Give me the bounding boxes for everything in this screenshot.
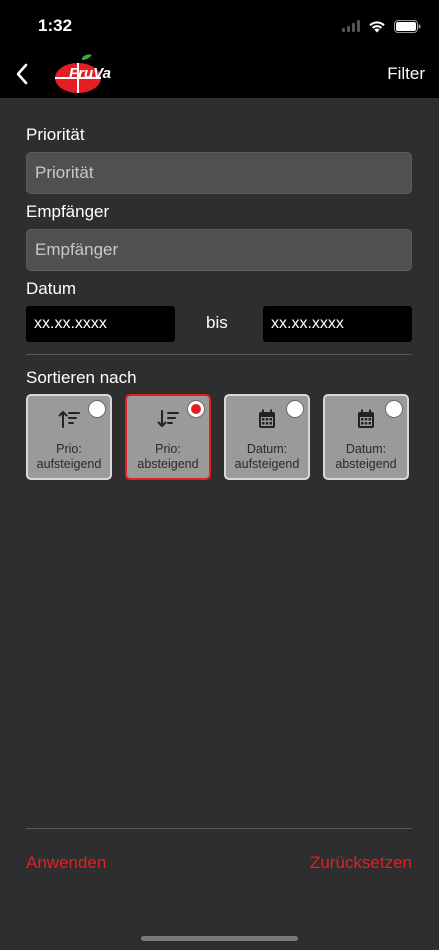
home-indicator	[141, 936, 298, 941]
back-button[interactable]	[8, 58, 36, 90]
priority-input[interactable]: Priorität	[26, 152, 412, 194]
calendar-icon	[259, 409, 275, 428]
radio-button-selected[interactable]	[187, 400, 205, 418]
chevron-left-icon	[16, 63, 28, 85]
sort-option-label: Prio: aufsteigend	[36, 442, 102, 471]
wifi-icon	[369, 20, 385, 32]
sort-option-prio-descending[interactable]: Prio: absteigend	[125, 394, 211, 480]
date-to-input[interactable]: xx.xx.xxxx	[263, 306, 412, 342]
nav-bar: FruVa Filter	[0, 50, 439, 98]
sort-option-date-descending[interactable]: Datum: absteigend	[323, 394, 409, 480]
sort-option-label: Prio: absteigend	[137, 442, 199, 471]
battery-icon	[394, 19, 421, 33]
fruva-logo-icon: FruVa	[55, 54, 111, 93]
status-bar: 1:32	[0, 0, 439, 50]
status-icons	[342, 16, 421, 36]
recipient-label: Empfänger	[26, 202, 110, 221]
fruva-logo: FruVa	[52, 52, 132, 96]
sort-ascending-icon	[58, 411, 80, 428]
apply-button[interactable]: Anwenden	[26, 853, 106, 873]
page-title: Filter	[387, 64, 425, 83]
recipient-input[interactable]: Empfänger	[26, 229, 412, 271]
divider	[26, 354, 412, 355]
radio-button[interactable]	[88, 400, 106, 418]
date-label: Datum	[26, 279, 77, 298]
bottom-divider	[26, 828, 412, 829]
radio-dot	[191, 404, 201, 414]
calendar-icon	[358, 409, 374, 428]
sort-option-label: Datum: aufsteigend	[234, 442, 300, 471]
date-separator: bis	[206, 313, 228, 332]
reset-button[interactable]: Zurücksetzen	[310, 853, 412, 873]
date-from-input[interactable]: xx.xx.xxxx	[26, 306, 175, 342]
priority-label: Priorität	[26, 125, 85, 144]
sort-option-prio-ascending[interactable]: Prio: aufsteigend	[26, 394, 112, 480]
sort-option-label: Datum: absteigend	[335, 442, 397, 471]
sort-option-date-ascending[interactable]: Datum: aufsteigend	[224, 394, 310, 480]
status-time: 1:32	[38, 16, 73, 35]
sort-label: Sortieren nach	[26, 368, 137, 387]
logo-text: FruVa	[69, 65, 111, 82]
sort-descending-icon	[157, 410, 179, 427]
radio-button[interactable]	[286, 400, 304, 418]
signal-icon	[342, 20, 360, 32]
radio-button[interactable]	[385, 400, 403, 418]
